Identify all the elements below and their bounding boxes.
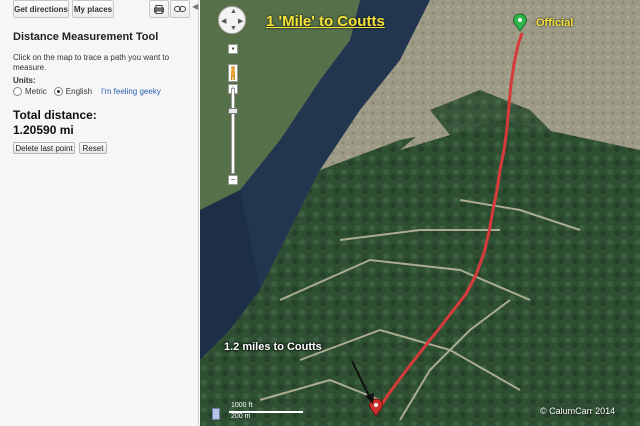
pan-right-icon[interactable]: ▶	[238, 17, 243, 25]
map-imagery	[200, 0, 640, 426]
delete-last-point-button[interactable]: Delete last point	[13, 142, 75, 154]
english-radio[interactable]	[53, 87, 63, 96]
geeky-link[interactable]: I'm feeling geeky	[101, 87, 161, 96]
zoom-fit-icon[interactable]: ▪	[228, 44, 238, 54]
total-distance-value: 1.20590 mi	[13, 123, 74, 137]
distance-annotation: 1.2 miles to Coutts	[224, 341, 322, 353]
print-button[interactable]	[149, 0, 169, 18]
map-title: 1 'Mile' to Coutts	[266, 13, 385, 30]
print-icon	[154, 4, 164, 14]
link-button[interactable]	[170, 0, 190, 18]
reset-button[interactable]: Reset	[79, 142, 107, 154]
metric-label: Metric	[25, 87, 47, 96]
pan-left-icon[interactable]: ◀	[221, 17, 226, 25]
zoom-out-button[interactable]: −	[228, 175, 238, 185]
zoom-slider-thumb[interactable]	[228, 108, 238, 114]
total-distance-label: Total distance:	[13, 108, 97, 122]
official-label: Official	[536, 17, 574, 29]
zoom-slider-track[interactable]	[231, 88, 235, 174]
street-view-icon[interactable]	[212, 408, 220, 420]
units-label: Units:	[13, 76, 36, 85]
tool-description: Click on the map to trace a path you wan…	[13, 53, 170, 72]
pegman-icon[interactable]	[228, 64, 238, 82]
sidebar: Get directions My places ◀ Distance Meas…	[0, 0, 199, 426]
tool-title: Distance Measurement Tool	[13, 31, 159, 43]
pan-control[interactable]: ▲ ▼ ◀ ▶	[218, 6, 246, 34]
my-places-button[interactable]: My places	[72, 0, 114, 18]
metric-radio[interactable]	[13, 87, 22, 96]
scale-feet-label: 1000 ft	[231, 402, 253, 409]
chevron-left-icon[interactable]: ◀	[192, 2, 200, 14]
copyright-text: © CalumCarr 2014	[540, 406, 616, 416]
pan-up-icon[interactable]: ▲	[230, 8, 237, 15]
get-directions-button[interactable]: Get directions	[13, 0, 69, 18]
scale-meters-label: 200 m	[231, 413, 251, 420]
satellite-map[interactable]	[200, 0, 640, 426]
units-radio-group: Metric English I'm feeling geeky	[13, 87, 161, 96]
pan-down-icon[interactable]: ▼	[230, 25, 237, 32]
english-label: English	[65, 87, 93, 96]
link-icon	[174, 6, 186, 12]
